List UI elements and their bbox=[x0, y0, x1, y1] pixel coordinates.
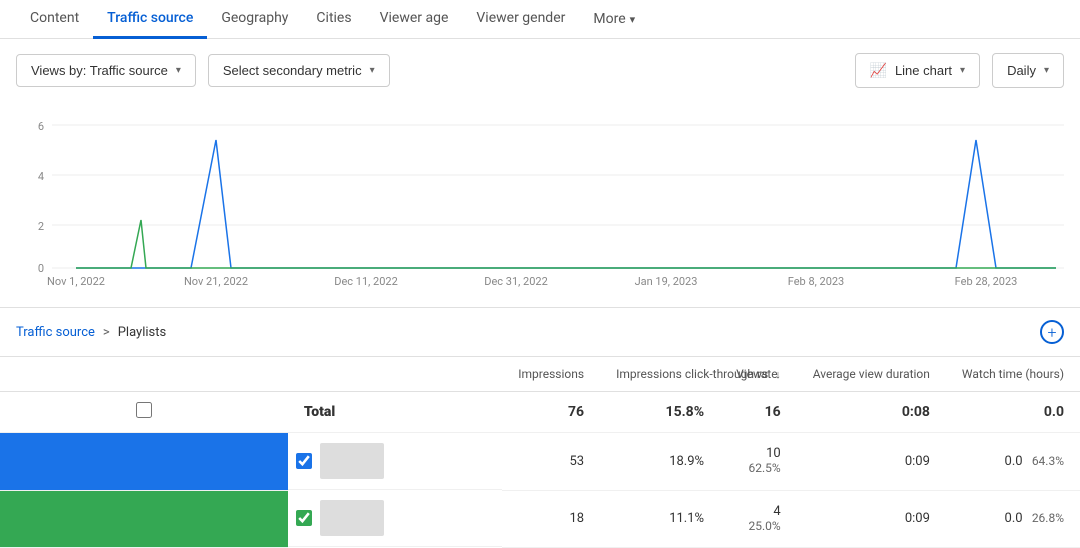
tab-geography[interactable]: Geography bbox=[207, 0, 302, 39]
chevron-down-icon: ▾ bbox=[630, 13, 636, 26]
col-header-ctr[interactable]: Impressions click-through rate bbox=[600, 357, 720, 392]
nav-tabs: Content Traffic source Geography Cities … bbox=[0, 0, 1080, 39]
row2-views: 4 25.0% bbox=[720, 490, 797, 547]
tab-content[interactable]: Content bbox=[16, 0, 93, 39]
row2-watch-pct: 26.8% bbox=[1032, 511, 1064, 525]
checkbox-header bbox=[0, 357, 288, 392]
total-checkbox[interactable] bbox=[136, 402, 152, 418]
col-header-watch-time[interactable]: Watch time (hours) bbox=[946, 357, 1080, 392]
row-color-indicator-blue bbox=[0, 433, 288, 491]
total-impressions: 76 bbox=[502, 392, 600, 433]
row1-views-pct: 62.5% bbox=[749, 461, 781, 475]
thumbnail bbox=[320, 443, 384, 479]
tab-viewer-age[interactable]: Viewer age bbox=[366, 0, 463, 39]
svg-text:4: 4 bbox=[38, 170, 44, 183]
tab-traffic-source[interactable]: Traffic source bbox=[93, 0, 207, 39]
row2-checkbox-cell[interactable] bbox=[288, 490, 502, 547]
row1-ctr: 18.9% bbox=[600, 433, 720, 491]
line-chart: 6 4 2 0 Nov 1, 2022 Nov 21, 2022 Dec 11,… bbox=[16, 110, 1064, 295]
row1-watch-time: 0.0 64.3% bbox=[946, 433, 1080, 491]
svg-text:Feb 28, 2023: Feb 28, 2023 bbox=[955, 275, 1018, 288]
svg-text:Nov 1, 2022: Nov 1, 2022 bbox=[47, 275, 105, 288]
row1-impressions: 53 bbox=[502, 433, 600, 491]
row2-checkbox[interactable] bbox=[296, 510, 312, 526]
breadcrumb-link[interactable]: Traffic source bbox=[16, 325, 95, 340]
row2-watch-time: 0.0 26.8% bbox=[946, 490, 1080, 547]
tab-cities[interactable]: Cities bbox=[302, 0, 365, 39]
total-ctr: 15.8% bbox=[600, 392, 720, 433]
total-row: Total 76 15.8% 16 0:08 0.0 bbox=[0, 392, 1080, 433]
chevron-down-icon: ▾ bbox=[176, 65, 181, 76]
thumbnail bbox=[320, 500, 384, 536]
total-label: Total bbox=[288, 392, 502, 433]
table-section: Traffic source > Playlists + Impressions… bbox=[0, 307, 1080, 548]
chart-type-dropdown[interactable]: 📈 Line chart ▾ bbox=[855, 53, 981, 88]
chart-type-label: Line chart bbox=[895, 63, 952, 78]
table-row: 18 11.1% 4 25.0% 0:09 0.0 26.8% bbox=[0, 490, 1080, 547]
total-checkbox-cell[interactable] bbox=[0, 392, 288, 433]
breadcrumb-current: Playlists bbox=[118, 325, 166, 340]
svg-text:0: 0 bbox=[38, 262, 44, 275]
primary-metric-dropdown[interactable]: Views by: Traffic source ▾ bbox=[16, 54, 196, 87]
col-header-label bbox=[288, 357, 502, 392]
svg-text:Nov 21, 2022: Nov 21, 2022 bbox=[184, 275, 248, 288]
table-row: 53 18.9% 10 62.5% 0:09 0.0 64.3% bbox=[0, 433, 1080, 491]
row1-watch-pct: 64.3% bbox=[1032, 454, 1064, 468]
svg-text:Dec 31, 2022: Dec 31, 2022 bbox=[484, 275, 548, 288]
toolbar: Views by: Traffic source ▾ Select second… bbox=[0, 39, 1080, 102]
row2-views-pct: 25.0% bbox=[749, 519, 781, 533]
total-views: 16 bbox=[720, 392, 797, 433]
row2-avg-view: 0:09 bbox=[797, 490, 946, 547]
chevron-down-icon: ▾ bbox=[370, 65, 375, 76]
chart-area: 6 4 2 0 Nov 1, 2022 Nov 21, 2022 Dec 11,… bbox=[0, 102, 1080, 299]
row1-avg-view: 0:09 bbox=[797, 433, 946, 491]
chevron-down-icon: ▾ bbox=[1044, 65, 1049, 76]
table-breadcrumb: Traffic source > Playlists + bbox=[0, 308, 1080, 357]
row2-ctr: 11.1% bbox=[600, 490, 720, 547]
primary-metric-label: Views by: Traffic source bbox=[31, 63, 168, 78]
chevron-down-icon: ▾ bbox=[960, 65, 965, 76]
period-label: Daily bbox=[1007, 63, 1036, 78]
add-comparison-button[interactable]: + bbox=[1040, 320, 1064, 344]
row1-checkbox[interactable] bbox=[296, 453, 312, 469]
line-chart-icon: 📈 bbox=[870, 62, 887, 79]
more-label: More bbox=[593, 11, 625, 27]
row1-checkbox-cell[interactable] bbox=[288, 433, 502, 490]
total-watch-time: 0.0 bbox=[946, 392, 1080, 433]
more-menu[interactable]: More ▾ bbox=[579, 1, 649, 37]
svg-text:6: 6 bbox=[38, 120, 44, 133]
col-header-impressions[interactable]: Impressions bbox=[502, 357, 600, 392]
svg-text:Jan 19, 2023: Jan 19, 2023 bbox=[635, 275, 698, 288]
svg-text:2: 2 bbox=[38, 220, 44, 233]
svg-text:Feb 8, 2023: Feb 8, 2023 bbox=[788, 275, 845, 288]
secondary-metric-dropdown[interactable]: Select secondary metric ▾ bbox=[208, 54, 390, 87]
row1-views: 10 62.5% bbox=[720, 433, 797, 491]
tab-viewer-gender[interactable]: Viewer gender bbox=[462, 0, 579, 39]
svg-text:Dec 11, 2022: Dec 11, 2022 bbox=[334, 275, 398, 288]
secondary-metric-label: Select secondary metric bbox=[223, 63, 362, 78]
period-dropdown[interactable]: Daily ▾ bbox=[992, 53, 1064, 88]
breadcrumb-separator: > bbox=[103, 325, 110, 340]
data-table: Impressions Impressions click-through ra… bbox=[0, 357, 1080, 548]
row2-impressions: 18 bbox=[502, 490, 600, 547]
total-avg-view: 0:08 bbox=[797, 392, 946, 433]
row-color-indicator-green bbox=[0, 490, 288, 547]
sort-icon: ↓ bbox=[775, 368, 781, 381]
col-header-avg-view[interactable]: Average view duration bbox=[797, 357, 946, 392]
